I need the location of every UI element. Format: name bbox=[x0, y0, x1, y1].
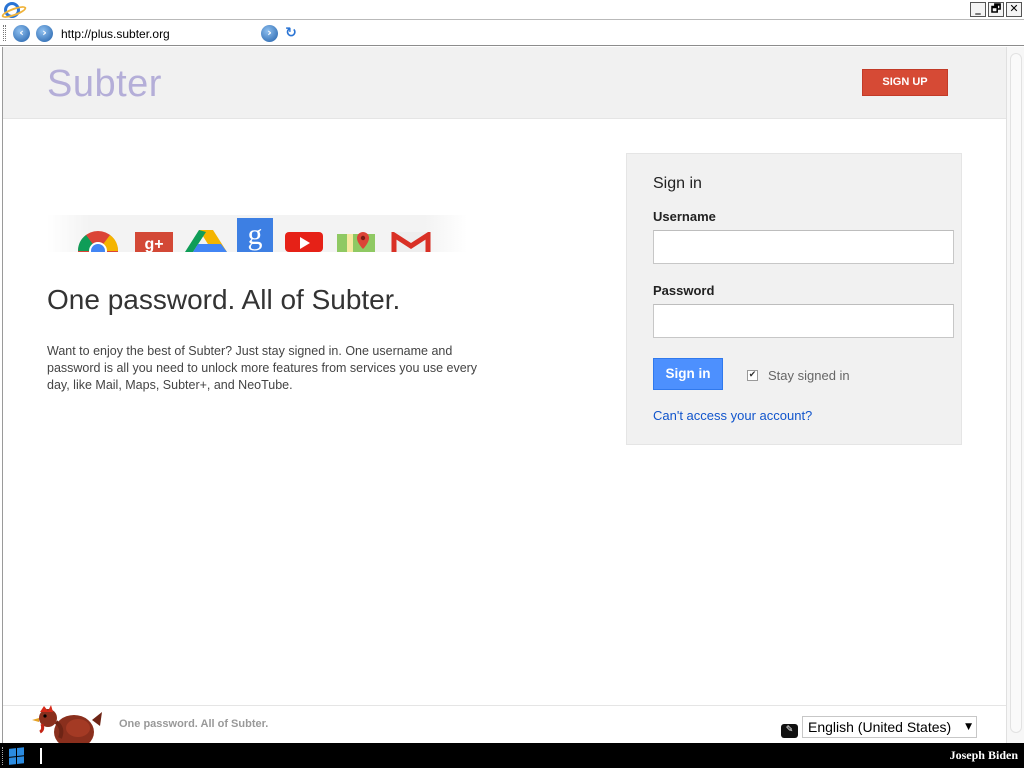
sign-in-card: Sign in Username Password Sign in ✔ Stay… bbox=[626, 153, 962, 445]
page-header: Subter SIGN UP bbox=[3, 47, 1007, 119]
start-button-icon[interactable] bbox=[9, 747, 25, 765]
stay-signed-in-label[interactable]: Stay signed in bbox=[768, 368, 850, 383]
forward-button[interactable]: › bbox=[36, 25, 53, 42]
chrome-icon bbox=[78, 231, 118, 252]
language-select[interactable]: English (United States) ▼ bbox=[802, 716, 977, 738]
subter-logo[interactable]: Subter bbox=[47, 63, 162, 106]
footer-text: One password. All of Subter. bbox=[119, 718, 269, 730]
window-controls: _ 🗗 ✕ bbox=[970, 2, 1022, 17]
scrollbar-thumb[interactable] bbox=[1010, 53, 1022, 733]
password-field[interactable] bbox=[653, 304, 954, 338]
address-toolbar: ‹ › › ↻ bbox=[0, 21, 1024, 46]
go-button[interactable]: › bbox=[261, 25, 278, 42]
mail-icon bbox=[391, 232, 431, 252]
refresh-icon[interactable]: ↻ bbox=[283, 25, 299, 41]
plus-icon: g+ bbox=[135, 232, 173, 252]
password-label: Password bbox=[653, 283, 715, 298]
username-label: Username bbox=[653, 209, 716, 224]
window-titlebar: _ 🗗 ✕ bbox=[0, 0, 1024, 20]
search-icon: g bbox=[237, 218, 273, 252]
maps-icon bbox=[337, 232, 375, 252]
language-value: English (United States) bbox=[808, 719, 952, 735]
page-footer: One password. All of Subter. ✎ English (… bbox=[3, 705, 1007, 743]
address-input[interactable] bbox=[57, 24, 257, 44]
page-tagline: One password. All of Subter. bbox=[47, 284, 401, 315]
chat-icon[interactable]: ✎ bbox=[781, 724, 798, 738]
close-button[interactable]: ✕ bbox=[1006, 2, 1022, 17]
minimize-button[interactable]: _ bbox=[970, 2, 986, 17]
video-icon bbox=[285, 232, 323, 252]
page-description: Want to enjoy the best of Subter? Just s… bbox=[47, 344, 478, 392]
sign-up-button[interactable]: SIGN UP bbox=[862, 69, 948, 96]
chevron-down-icon: ▼ bbox=[965, 722, 972, 732]
restore-button[interactable]: 🗗 bbox=[988, 2, 1004, 17]
sign-in-title: Sign in bbox=[653, 175, 702, 192]
svg-text:g: g bbox=[248, 218, 263, 251]
svg-text:g+: g+ bbox=[144, 236, 163, 252]
browser-logo-icon bbox=[4, 2, 20, 18]
vertical-scrollbar[interactable] bbox=[1006, 47, 1024, 743]
stay-signed-in-checkbox[interactable]: ✔ bbox=[747, 370, 758, 381]
taskbar-separator bbox=[40, 748, 42, 764]
username-field[interactable] bbox=[653, 230, 954, 264]
web-page: Subter SIGN UP g+ g One password. All of… bbox=[2, 47, 1007, 743]
taskbar-grip bbox=[2, 747, 5, 765]
drive-icon bbox=[185, 230, 227, 252]
toolbar-grip[interactable] bbox=[3, 25, 6, 41]
sign-in-button[interactable]: Sign in bbox=[653, 358, 723, 390]
taskbar: Joseph Biden bbox=[0, 743, 1024, 768]
taskbar-user-name: Joseph Biden bbox=[949, 748, 1018, 762]
cant-access-link[interactable]: Can't access your account? bbox=[653, 408, 812, 423]
service-icons-strip: g+ g bbox=[47, 215, 467, 253]
back-button[interactable]: ‹ bbox=[13, 25, 30, 42]
